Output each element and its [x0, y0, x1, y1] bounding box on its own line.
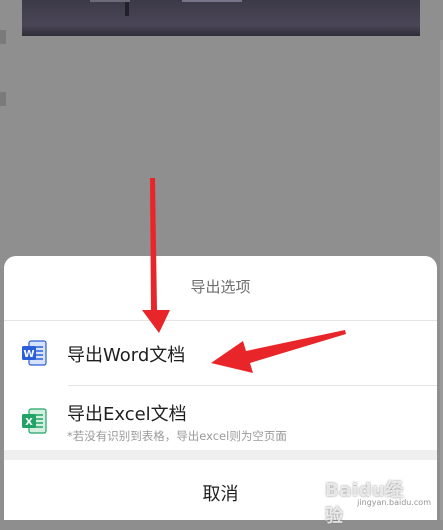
- watermark-url: jingyan.baidu.com: [357, 498, 431, 507]
- section-gap: [4, 450, 437, 460]
- background-fragment: [0, 92, 6, 106]
- export-excel-label: 导出Excel文档: [67, 404, 187, 425]
- export-word-label: 导出Word文档: [67, 345, 186, 366]
- svg-text:X: X: [25, 417, 33, 428]
- export-excel-hint: *若没有识别到表格，导出excel则为空页面: [67, 429, 287, 443]
- sheet-title: 导出选项: [4, 256, 437, 321]
- background-fragment: [0, 30, 6, 44]
- svg-text:W: W: [23, 349, 34, 360]
- export-excel-option[interactable]: X 导出Excel文档 *若没有识别到表格，导出excel则为空页面: [4, 386, 437, 450]
- export-word-option[interactable]: W 导出Word文档: [4, 321, 437, 385]
- watermark: Baidu经验 jingyan.baidu.com: [325, 476, 435, 527]
- excel-doc-icon: X: [22, 408, 47, 434]
- background-image: [22, 0, 420, 36]
- word-doc-icon: W: [22, 340, 47, 366]
